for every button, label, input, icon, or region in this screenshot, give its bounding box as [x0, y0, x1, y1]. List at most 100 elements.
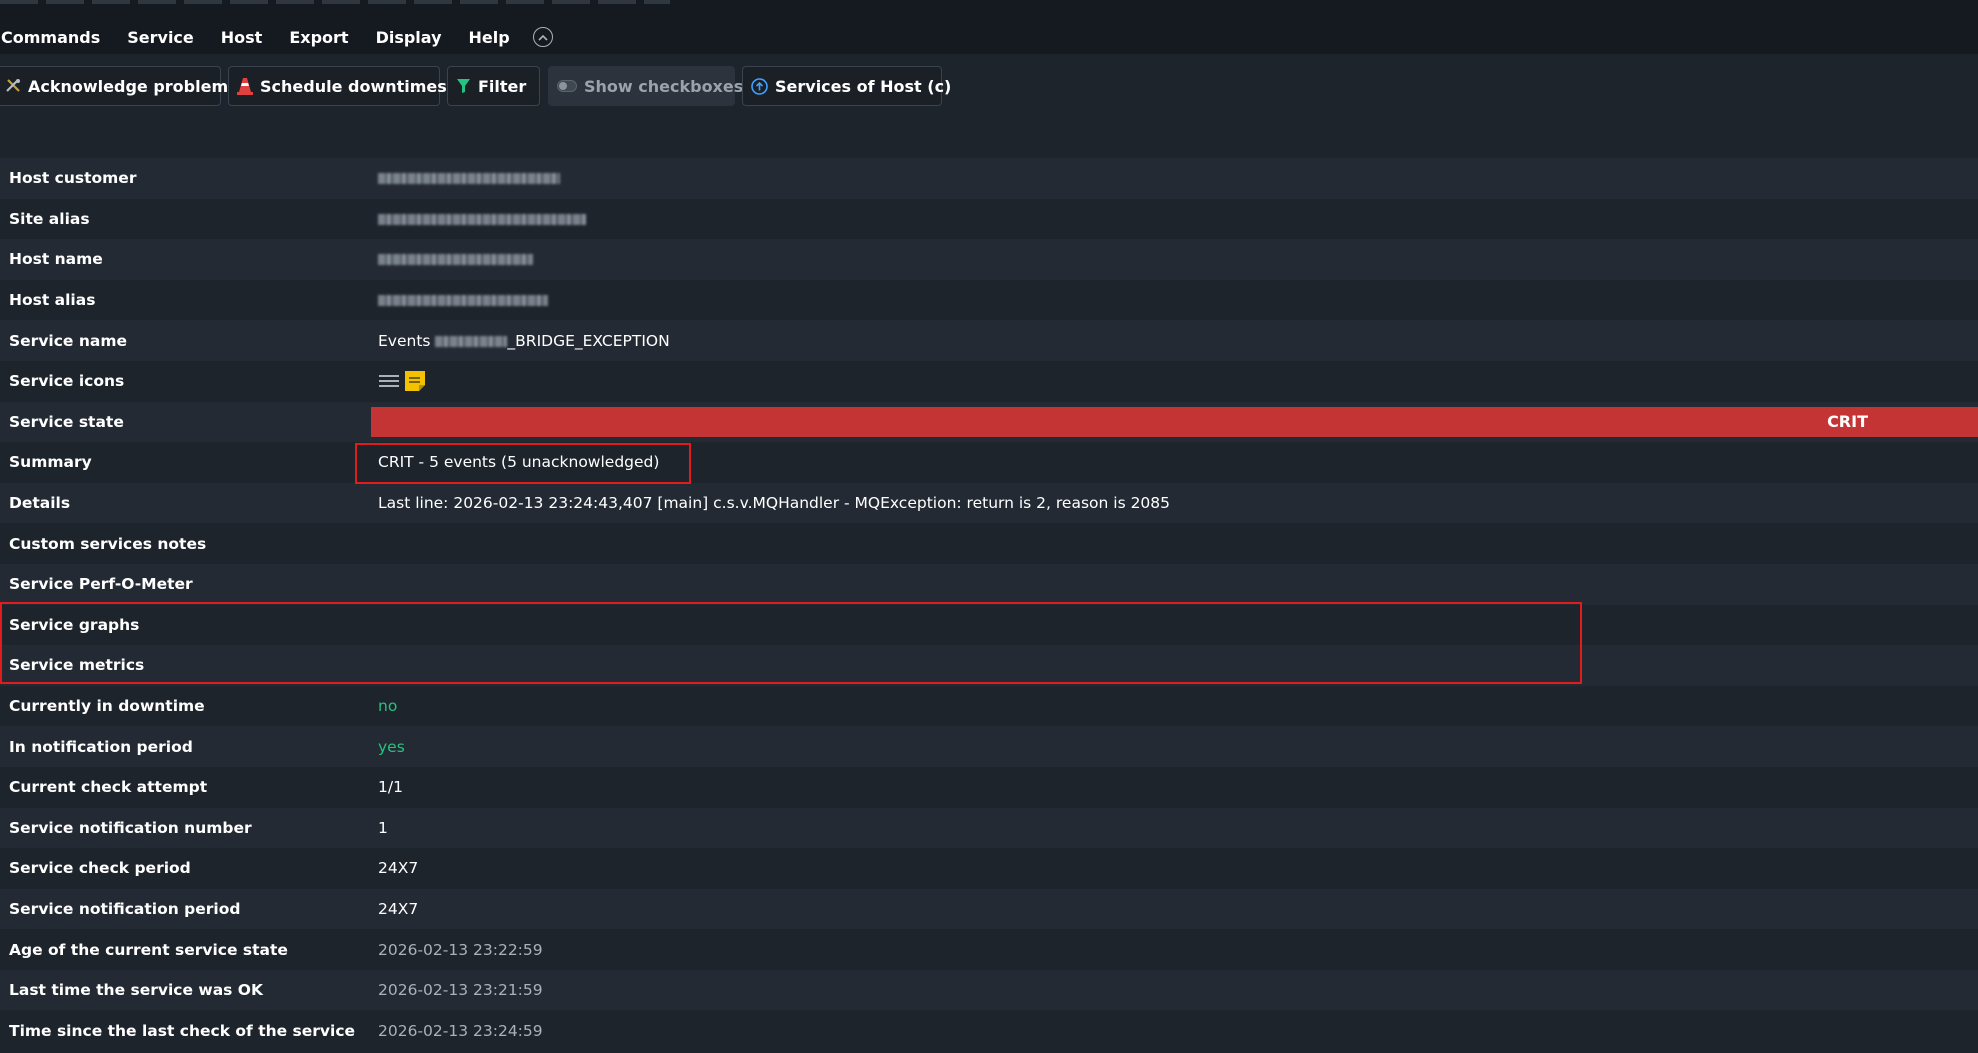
row-service-state: Service state CRIT	[0, 401, 1978, 443]
service-name-prefix: Events	[378, 331, 431, 350]
row-label: Site alias	[9, 209, 90, 228]
show-checkboxes-label: Show checkboxes	[584, 76, 744, 96]
row-label: Age of the current service state	[9, 940, 288, 959]
services-of-host-label: Services of Host (c)	[775, 76, 952, 96]
summary-value: CRIT - 5 events (5 unacknowledged)	[378, 453, 660, 472]
check-attempt-value: 1/1	[378, 778, 403, 797]
redacted-text	[378, 254, 533, 266]
schedule-downtimes-button[interactable]: Schedule downtimes	[228, 66, 447, 106]
redacted-text	[378, 295, 548, 307]
row-service-icons: Service icons	[0, 360, 1978, 402]
acknowledge-problems-label: Acknowledge problems	[28, 76, 238, 96]
row-label: Details	[9, 494, 71, 513]
menu-display[interactable]: Display	[376, 28, 442, 47]
filter-icon	[456, 78, 471, 94]
host-customer-value	[370, 169, 560, 187]
row-site-alias: Site alias	[0, 198, 1978, 240]
row-label: Service name	[9, 331, 127, 350]
row-label: In notification period	[9, 737, 193, 756]
schedule-downtimes-label: Schedule downtimes	[260, 76, 447, 96]
check-period-value: 24X7	[378, 859, 419, 878]
row-label: Host alias	[9, 291, 96, 310]
row-service-name: Service name Events _BRIDGE_EXCEPTION	[0, 320, 1978, 361]
row-label: Service state	[9, 412, 124, 431]
row-host-alias: Host alias	[0, 279, 1978, 321]
service-details-table: Host customer Site alias Host name Host …	[0, 158, 1978, 1052]
toggle-icon	[557, 80, 577, 92]
row-label: Host customer	[9, 169, 137, 188]
menu-icon[interactable]	[378, 372, 400, 390]
row-notification-period: Service notification period 24X7	[0, 888, 1978, 930]
row-label: Last time the service was OK	[9, 981, 263, 1000]
row-label: Current check attempt	[9, 778, 208, 797]
chevron-up-icon	[538, 34, 548, 41]
row-service-graphs: Service graphs	[0, 604, 1978, 646]
row-label: Service graphs	[9, 615, 140, 634]
redacted-text	[378, 213, 586, 225]
menu-service[interactable]: Service	[127, 28, 194, 47]
menu-bar: Commands Service Host Export Display Hel…	[0, 20, 1978, 54]
blurred-breadcrumb	[0, 0, 670, 4]
collapse-menu-button[interactable]	[532, 27, 553, 47]
menu-export[interactable]: Export	[289, 28, 348, 47]
row-check-period: Service check period 24X7	[0, 848, 1978, 889]
toolbar: Acknowledge problems Schedule downtimes …	[0, 54, 1978, 112]
row-service-metrics: Service metrics	[0, 645, 1978, 686]
row-summary: Summary CRIT - 5 events (5 unacknowledge…	[0, 442, 1978, 483]
row-label: Host name	[9, 250, 103, 269]
service-icons-value	[370, 370, 426, 392]
last-ok-value: 2026-02-13 23:21:59	[378, 981, 543, 1000]
row-details: Details Last line: 2026-02-13 23:24:43,4…	[0, 482, 1978, 524]
row-perf-o-meter: Service Perf-O-Meter	[0, 563, 1978, 605]
row-host-name: Host name	[0, 239, 1978, 280]
service-name-value[interactable]: Events _BRIDGE_EXCEPTION	[370, 332, 670, 350]
menu-host[interactable]: Host	[221, 28, 263, 47]
filter-button[interactable]: Filter	[447, 66, 540, 106]
row-label: Service notification period	[9, 899, 241, 918]
menu-commands[interactable]: Commands	[1, 28, 100, 47]
details-value: Last line: 2026-02-13 23:24:43,407 [main…	[378, 494, 1171, 513]
row-label: Summary	[9, 453, 92, 472]
row-age-state: Age of the current service state 2026-02…	[0, 929, 1978, 970]
row-label: Service check period	[9, 859, 191, 878]
spacer	[0, 112, 1978, 158]
row-label: Currently in downtime	[9, 697, 205, 716]
services-of-host-button[interactable]: Services of Host (c)	[742, 66, 951, 106]
filter-label: Filter	[478, 76, 527, 96]
row-label: Service Perf-O-Meter	[9, 575, 193, 594]
row-label: Service icons	[9, 372, 125, 391]
row-check-attempt: Current check attempt 1/1	[0, 766, 1978, 808]
row-since-last-check: Time since the last check of the service…	[0, 1010, 1978, 1052]
menu-help[interactable]: Help	[469, 28, 510, 47]
row-label: Service metrics	[9, 656, 145, 675]
site-alias-value	[370, 210, 586, 228]
row-notification-number: Service notification number 1	[0, 807, 1978, 849]
since-last-check-value: 2026-02-13 23:24:59	[378, 1021, 543, 1040]
notification-number-value: 1	[378, 818, 388, 837]
row-label: Custom services notes	[9, 534, 207, 553]
service-state-badge: CRIT	[371, 406, 1978, 438]
row-custom-notes: Custom services notes	[0, 523, 1978, 564]
host-name-value[interactable]	[370, 250, 533, 268]
traffic-cone-icon	[237, 77, 253, 95]
show-checkboxes-button[interactable]: Show checkboxes	[548, 66, 743, 106]
top-strip	[0, 0, 1978, 20]
row-host-customer: Host customer	[0, 158, 1978, 199]
notification-period-value: 24X7	[378, 899, 419, 918]
row-last-ok: Last time the service was OK 2026-02-13 …	[0, 969, 1978, 1011]
host-alias-value	[370, 291, 548, 309]
arrow-up-circle-icon	[751, 77, 768, 95]
tools-icon	[5, 78, 21, 94]
in-downtime-value: no	[378, 697, 398, 716]
age-state-value: 2026-02-13 23:22:59	[378, 940, 543, 959]
row-in-notification-period: In notification period yes	[0, 726, 1978, 767]
in-notification-period-value: yes	[378, 737, 405, 756]
service-name-suffix: _BRIDGE_EXCEPTION	[507, 331, 670, 350]
redacted-text	[435, 335, 508, 347]
note-icon[interactable]	[404, 370, 426, 392]
acknowledge-problems-button[interactable]: Acknowledge problems	[0, 66, 238, 106]
row-in-downtime: Currently in downtime no	[0, 685, 1978, 727]
redacted-text	[378, 173, 560, 185]
row-label: Time since the last check of the service	[9, 1021, 356, 1040]
row-label: Service notification number	[9, 818, 252, 837]
